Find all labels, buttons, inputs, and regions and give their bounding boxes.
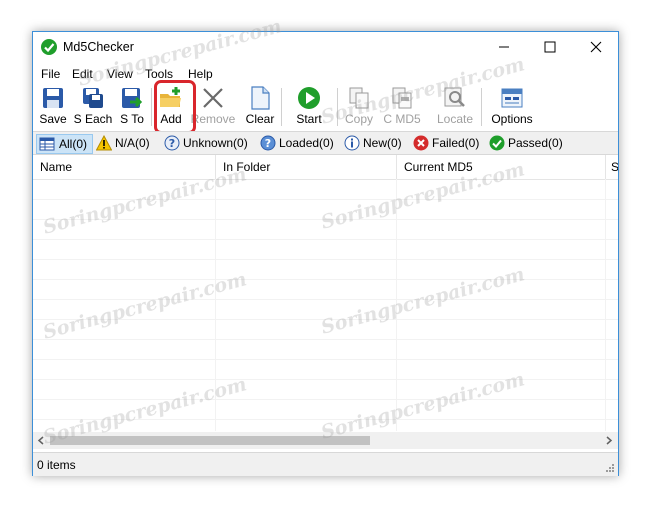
- menu-bar: File Edit View Tools Help: [33, 66, 618, 84]
- column-current-md5[interactable]: Current MD5: [397, 155, 606, 179]
- table-icon: [39, 137, 55, 151]
- filter-loaded[interactable]: ? Loaded(0): [260, 134, 338, 152]
- floppy-disk-icon: [43, 88, 63, 108]
- save-each-icon: [83, 88, 103, 108]
- info-icon: [344, 135, 360, 151]
- grid-row-line: [33, 319, 618, 320]
- grid-row-line: [33, 379, 618, 380]
- horizontal-scrollbar[interactable]: [33, 432, 618, 449]
- minimize-button[interactable]: [481, 32, 527, 62]
- menu-edit[interactable]: Edit: [72, 67, 93, 81]
- grid-row-line: [33, 419, 618, 420]
- error-x-icon: [413, 135, 429, 151]
- save-each-button[interactable]: S Each: [72, 84, 114, 130]
- options-window-icon: [501, 88, 523, 108]
- menu-help[interactable]: Help: [188, 67, 213, 81]
- menu-view[interactable]: View: [107, 67, 133, 81]
- save-to-icon: [122, 88, 143, 108]
- status-bar: 0 items: [33, 452, 618, 476]
- file-list[interactable]: Name In Folder Current MD5 S: [33, 155, 618, 431]
- filter-passed[interactable]: Passed(0): [489, 134, 564, 152]
- svg-text:?: ?: [169, 137, 175, 150]
- item-count: 0 items: [37, 458, 76, 472]
- column-in-folder[interactable]: In Folder: [216, 155, 397, 179]
- grid-row-line: [33, 239, 618, 240]
- svg-text:?: ?: [265, 137, 271, 150]
- filter-na[interactable]: N/A(0): [96, 134, 158, 152]
- check-icon: [489, 135, 505, 151]
- app-check-icon: [41, 39, 57, 55]
- close-button[interactable]: [573, 32, 619, 62]
- toolbar-separator: [281, 88, 282, 126]
- filter-new[interactable]: New(0): [344, 134, 406, 152]
- list-header: Name In Folder Current MD5 S: [33, 155, 618, 180]
- grid-row-line: [33, 359, 618, 360]
- grid-row-line: [33, 299, 618, 300]
- scrollbar-thumb[interactable]: [50, 436, 370, 445]
- window-title: Md5Checker: [63, 40, 134, 54]
- question-icon: ?: [164, 135, 180, 151]
- start-button[interactable]: Start: [291, 84, 327, 130]
- title-bar[interactable]: Md5Checker: [33, 32, 618, 62]
- grid-row-line: [33, 279, 618, 280]
- toolbar-separator: [481, 88, 482, 126]
- close-icon: [590, 41, 602, 53]
- copy-md5-icon: [392, 87, 412, 109]
- remove-x-icon: [203, 88, 223, 108]
- column-name[interactable]: Name: [33, 155, 216, 179]
- maximize-icon: [544, 41, 556, 53]
- toolbar-separator: [337, 88, 338, 126]
- grid-divider: [605, 179, 606, 431]
- grid-divider: [396, 179, 397, 431]
- copy-md5-button[interactable]: C MD5: [381, 84, 423, 130]
- maximize-button[interactable]: [527, 32, 573, 62]
- app-window: Md5Checker File Edit View Tools Help Sav…: [32, 31, 619, 476]
- grid-row-line: [33, 219, 618, 220]
- grid-row-line: [33, 199, 618, 200]
- question-blue-icon: ?: [260, 135, 276, 151]
- remove-button[interactable]: Remove: [189, 84, 237, 130]
- filter-bar: All(0) N/A(0) ? Unknown(0) ? Loaded(0) N…: [33, 131, 618, 155]
- scroll-left-icon[interactable]: [37, 436, 46, 445]
- scroll-right-icon[interactable]: [604, 436, 613, 445]
- filter-all[interactable]: All(0): [36, 134, 93, 154]
- minimize-icon: [499, 46, 509, 48]
- column-truncated[interactable]: S: [606, 155, 618, 179]
- save-button[interactable]: Save: [37, 84, 69, 130]
- resize-grip-icon[interactable]: [605, 463, 615, 473]
- toolbar: Save S Each S To Add Remove Clear Start …: [33, 84, 618, 130]
- menu-file[interactable]: File: [41, 67, 60, 81]
- grid-row-line: [33, 399, 618, 400]
- blank-page-icon: [251, 86, 270, 110]
- clear-button[interactable]: Clear: [243, 84, 277, 130]
- grid-divider: [215, 179, 216, 431]
- filter-failed[interactable]: Failed(0): [413, 134, 483, 152]
- play-icon: [298, 87, 320, 109]
- menu-tools[interactable]: Tools: [145, 67, 173, 81]
- grid-row-line: [33, 339, 618, 340]
- copy-icon: [349, 87, 369, 109]
- locate-button[interactable]: Locate: [436, 84, 474, 130]
- save-to-button[interactable]: S To: [117, 84, 147, 130]
- warning-icon: [96, 135, 112, 151]
- locate-magnifier-icon: [444, 87, 465, 107]
- copy-button[interactable]: Copy: [342, 84, 376, 130]
- filter-unknown[interactable]: ? Unknown(0): [164, 134, 254, 152]
- add-button-highlight: [154, 80, 196, 134]
- grid-row-line: [33, 259, 618, 260]
- toolbar-separator: [151, 88, 152, 126]
- options-button[interactable]: Options: [488, 84, 536, 130]
